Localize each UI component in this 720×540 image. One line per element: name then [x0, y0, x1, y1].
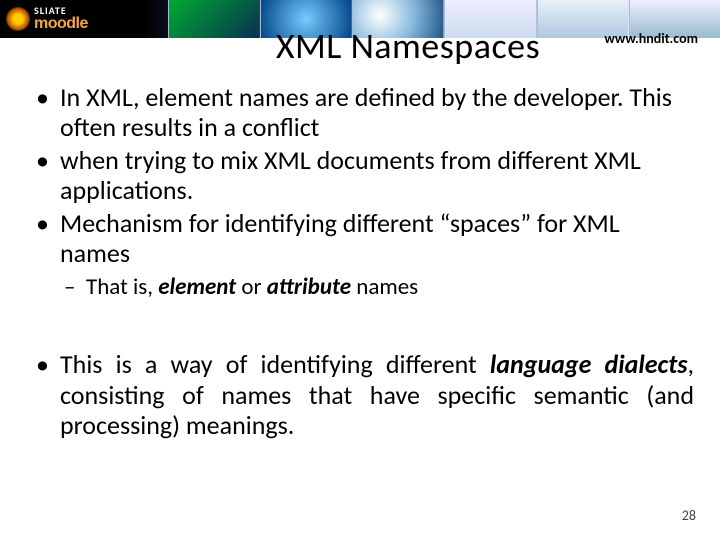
list-item: Mechanism for identifying different “spa…: [32, 208, 694, 302]
list-item: In XML, element names are defined by the…: [32, 82, 694, 143]
bullet-list: In XML, element names are defined by the…: [32, 82, 694, 301]
slide-body: www.hndit.com XML Namespaces In XML, ele…: [0, 24, 720, 526]
site-url: www.hndit.com: [604, 30, 698, 47]
page-number: 28: [682, 507, 696, 524]
sub-list: That is, element or attribute names: [60, 274, 694, 301]
list-item: That is, element or attribute names: [60, 274, 694, 301]
bullet-list: This is a way of identifying different l…: [32, 349, 694, 440]
list-item: This is a way of identifying different l…: [32, 349, 694, 440]
list-item: when trying to mix XML documents from di…: [32, 145, 694, 206]
